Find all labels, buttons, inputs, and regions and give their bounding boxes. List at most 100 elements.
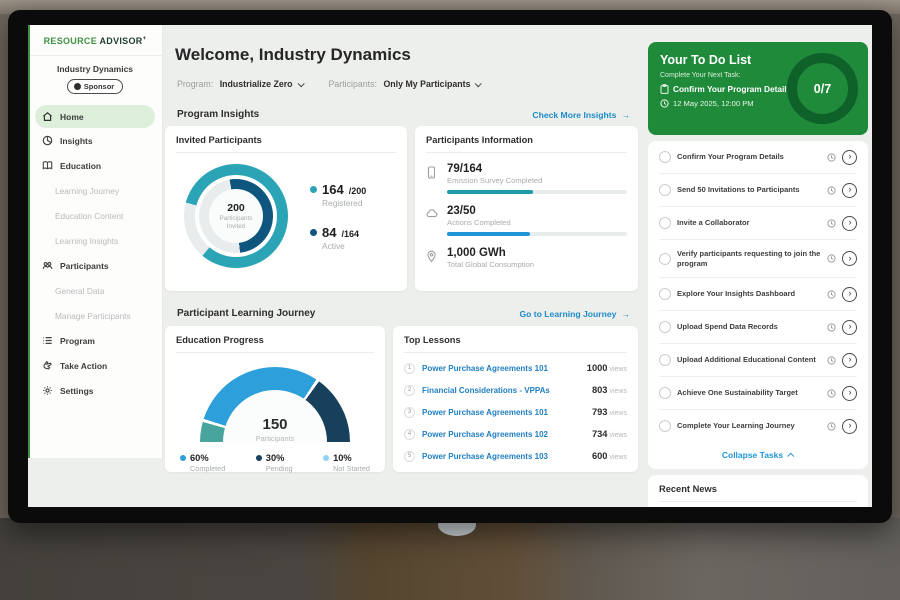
home-icon: [42, 111, 53, 122]
lesson-link[interactable]: Power Purchase Agreements 102: [422, 430, 585, 439]
todo-next-task: Confirm Your Program Details: [673, 84, 791, 94]
lesson-link[interactable]: Power Purchase Agreements 101: [422, 408, 585, 417]
sidebar-item-label: General Data: [55, 286, 104, 296]
task-row-upload-spend-data[interactable]: Upload Spend Data Records ›: [659, 311, 857, 344]
task-open-button[interactable]: ›: [842, 251, 857, 266]
sidebar-item-program[interactable]: Program: [28, 328, 162, 353]
invited-participants-title: Invited Participants: [176, 135, 396, 153]
active-value: 84: [322, 225, 336, 240]
sidebar-item-label: Manage Participants: [55, 311, 131, 321]
task-checkbox[interactable]: [659, 288, 671, 300]
task-label: Achieve One Sustainability Target: [677, 388, 821, 398]
sidebar: RESOURCE ADVISOR+ Industry Dynamics Spon…: [28, 25, 163, 458]
not-started-pct: 10%: [333, 453, 352, 463]
lesson-row: 3 Power Purchase Agreements 101 793views: [404, 401, 627, 423]
arrow-right-icon: →: [621, 309, 630, 319]
arrow-right-icon: →: [621, 110, 630, 120]
task-open-button[interactable]: ›: [842, 183, 857, 198]
task-row-send-invitations[interactable]: Send 50 Invitations to Participants ›: [659, 174, 857, 207]
task-checkbox[interactable]: [659, 354, 671, 366]
task-open-button[interactable]: ›: [842, 150, 857, 165]
lesson-row: 2 Financial Considerations - VPPAs 803vi…: [404, 379, 627, 401]
sponsor-badge[interactable]: Sponsor: [67, 79, 123, 94]
task-checkbox[interactable]: [659, 253, 671, 265]
sidebar-item-take-action[interactable]: Take Action: [28, 353, 162, 378]
task-checkbox[interactable]: [659, 184, 671, 196]
views-suffix: views: [609, 432, 627, 439]
sidebar-item-insights[interactable]: Insights: [28, 128, 162, 153]
top-lessons-card: Top Lessons 1 Power Purchase Agreements …: [393, 326, 638, 472]
task-row-upload-educational-content[interactable]: Upload Additional Educational Content ›: [659, 344, 857, 377]
sidebar-item-participants[interactable]: Participants: [28, 253, 162, 278]
chevron-right-icon: ›: [849, 388, 852, 397]
logo-resource: RESOURCE: [44, 36, 97, 46]
sidebar-item-general-data[interactable]: General Data: [28, 278, 162, 303]
go-to-learning-journey-link[interactable]: Go to Learning Journey →: [519, 309, 630, 319]
sidebar-item-home[interactable]: Home: [35, 105, 155, 128]
chevron-right-icon: ›: [849, 322, 852, 331]
stat-progress-fill: [447, 232, 530, 236]
sidebar-item-label: Participants: [60, 261, 109, 271]
todo-summary-card: Your To Do List Complete Your Next Task:…: [648, 42, 868, 135]
lesson-views: 1000: [587, 363, 608, 373]
monitor-bezel: RESOURCE ADVISOR+ Industry Dynamics Spon…: [8, 10, 892, 523]
recent-news-card: Recent News: [648, 475, 868, 507]
program-select[interactable]: Industrialize Zero: [220, 79, 303, 89]
list-icon: [42, 335, 53, 346]
task-open-button[interactable]: ›: [842, 353, 857, 368]
lesson-link[interactable]: Financial Considerations - VPPAs: [422, 386, 585, 395]
task-checkbox[interactable]: [659, 321, 671, 333]
gauge-center-label: Participants: [200, 434, 350, 443]
task-row-achieve-target[interactable]: Achieve One Sustainability Target ›: [659, 377, 857, 410]
lesson-row: 5 Power Purchase Agreements 103 600views: [404, 445, 627, 467]
clock-icon: [827, 186, 836, 195]
lesson-rank: 1: [404, 363, 415, 374]
task-row-confirm-program[interactable]: Confirm Your Program Details ›: [659, 141, 857, 174]
sidebar-item-settings[interactable]: Settings: [28, 378, 162, 403]
stat-actions-completed: 23/50 Actions Completed: [426, 205, 627, 236]
recent-news-title: Recent News: [659, 484, 857, 502]
check-more-insights-label: Check More Insights: [532, 110, 616, 120]
task-checkbox[interactable]: [659, 420, 671, 432]
pending-label: Pending: [266, 464, 293, 473]
legend-item-not-started: 10% Not Started: [323, 453, 370, 473]
task-row-verify-participants[interactable]: Verify participants requesting to join t…: [659, 240, 857, 278]
legend-dot-not-started: [323, 455, 329, 461]
task-row-invite-collaborator[interactable]: Invite a Collaborator ›: [659, 207, 857, 240]
sidebar-item-education-content[interactable]: Education Content: [28, 203, 162, 228]
task-open-button[interactable]: ›: [842, 386, 857, 401]
legend-item-active: 84/164 Active: [310, 225, 366, 251]
sidebar-item-label: Settings: [60, 386, 94, 396]
task-open-button[interactable]: ›: [842, 419, 857, 434]
lesson-link[interactable]: Power Purchase Agreements 101: [422, 364, 580, 373]
task-label: Complete Your Learning Journey: [677, 421, 821, 431]
page-title: Welcome, Industry Dynamics: [175, 45, 411, 65]
task-open-button[interactable]: ›: [842, 216, 857, 231]
sidebar-item-manage-participants[interactable]: Manage Participants: [28, 303, 162, 328]
task-checkbox[interactable]: [659, 387, 671, 399]
sidebar-item-education[interactable]: Education: [28, 153, 162, 178]
sidebar-item-learning-insights[interactable]: Learning Insights: [28, 228, 162, 253]
clock-icon: [827, 219, 836, 228]
insights-icon: [42, 135, 53, 146]
collapse-tasks-button[interactable]: Collapse Tasks: [722, 450, 783, 460]
task-row-explore-insights[interactable]: Explore Your Insights Dashboard ›: [659, 278, 857, 311]
learning-journey-header: Participant Learning Journey Go to Learn…: [177, 308, 630, 319]
lesson-views: 803: [592, 385, 608, 395]
task-open-button[interactable]: ›: [842, 320, 857, 335]
task-row-complete-learning-journey[interactable]: Complete Your Learning Journey ›: [659, 410, 857, 442]
check-more-insights-link[interactable]: Check More Insights →: [532, 110, 630, 120]
task-checkbox[interactable]: [659, 151, 671, 163]
participants-select[interactable]: Only My Participants: [383, 79, 480, 89]
education-progress-card: Education Progress 150 Participants: [165, 326, 385, 472]
task-checkbox[interactable]: [659, 217, 671, 229]
chevron-right-icon: ›: [849, 289, 852, 298]
task-label: Confirm Your Program Details: [677, 152, 821, 162]
program-insights-heading: Program Insights: [177, 109, 259, 120]
chevron-right-icon: ›: [849, 355, 852, 364]
clock-icon: [827, 323, 836, 332]
lesson-link[interactable]: Power Purchase Agreements 103: [422, 452, 585, 461]
sidebar-item-label: Education Content: [55, 211, 123, 221]
task-open-button[interactable]: ›: [842, 287, 857, 302]
sidebar-item-learning-journey[interactable]: Learning Journey: [28, 178, 162, 203]
